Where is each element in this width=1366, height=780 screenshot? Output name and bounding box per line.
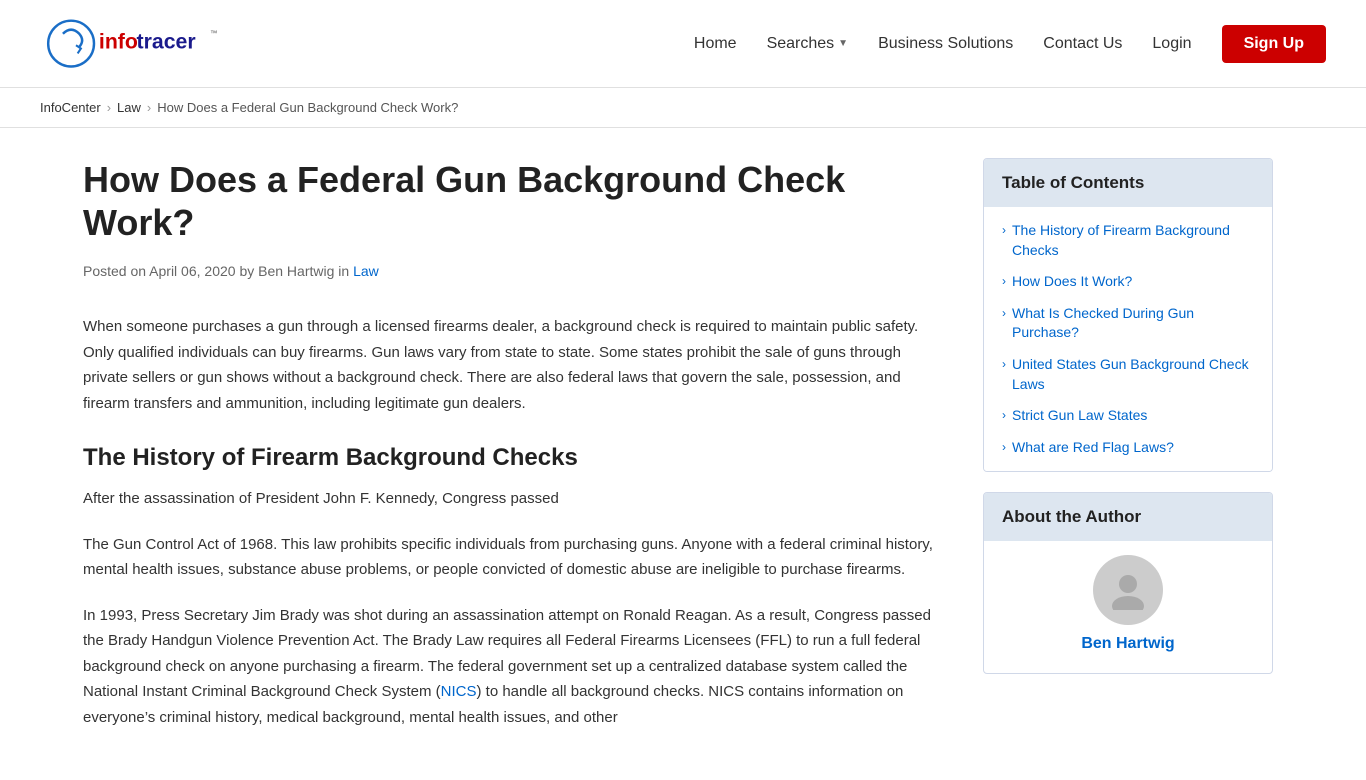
logo-svg: info tracer ™ — [40, 14, 220, 74]
breadcrumb-separator-2: › — [147, 100, 151, 115]
signup-button[interactable]: Sign Up — [1222, 25, 1326, 63]
toc-chevron-4: › — [1002, 357, 1006, 371]
toc-chevron-6: › — [1002, 440, 1006, 454]
author-body: Ben Hartwig — [984, 541, 1272, 673]
toc-header: Table of Contents — [984, 159, 1272, 207]
toc-link-2[interactable]: How Does It Work? — [1012, 272, 1132, 292]
toc-item-2: › How Does It Work? — [1002, 272, 1254, 292]
site-header: info tracer ™ Home Searches ▼ Business S… — [0, 0, 1366, 88]
avatar-icon — [1108, 570, 1148, 610]
toc-chevron-5: › — [1002, 408, 1006, 422]
toc-link-4[interactable]: United States Gun Background Check Laws — [1012, 355, 1254, 394]
author-box: About the Author Ben Hartwig — [983, 492, 1273, 674]
nav-searches[interactable]: Searches ▼ — [767, 35, 849, 53]
svg-text:™: ™ — [210, 28, 217, 37]
toc-chevron-1: › — [1002, 223, 1006, 237]
toc-chevron-3: › — [1002, 306, 1006, 320]
nics-link[interactable]: NICS — [441, 683, 477, 700]
author-header: About the Author — [984, 493, 1272, 541]
section1-p2: The Gun Control Act of 1968. This law pr… — [83, 532, 943, 583]
svg-text:info: info — [99, 29, 138, 53]
breadcrumb-current: How Does a Federal Gun Background Check … — [157, 100, 458, 115]
searches-chevron-icon: ▼ — [838, 38, 848, 49]
nav-home[interactable]: Home — [694, 35, 737, 53]
toc-item-5: › Strict Gun Law States — [1002, 406, 1254, 426]
toc-link-3[interactable]: What Is Checked During Gun Purchase? — [1012, 304, 1254, 343]
toc-item-6: › What are Red Flag Laws? — [1002, 438, 1254, 458]
login-button[interactable]: Login — [1152, 35, 1191, 53]
toc-link-6[interactable]: What are Red Flag Laws? — [1012, 438, 1174, 458]
svg-text:tracer: tracer — [137, 29, 196, 53]
article-intro: When someone purchases a gun through a l… — [83, 314, 943, 416]
toc-box: Table of Contents › The History of Firea… — [983, 158, 1273, 472]
toc-link-1[interactable]: The History of Firearm Background Checks — [1012, 221, 1254, 260]
breadcrumb: InfoCenter › Law › How Does a Federal Gu… — [0, 88, 1366, 128]
toc-body: › The History of Firearm Background Chec… — [984, 207, 1272, 471]
main-nav: Home Searches ▼ Business Solutions Conta… — [694, 25, 1326, 63]
author-name[interactable]: Ben Hartwig — [1002, 635, 1254, 653]
sidebar: Table of Contents › The History of Firea… — [983, 158, 1273, 750]
avatar — [1093, 555, 1163, 625]
toc-item-3: › What Is Checked During Gun Purchase? — [1002, 304, 1254, 343]
logo[interactable]: info tracer ™ — [40, 14, 220, 74]
toc-item-1: › The History of Firearm Background Chec… — [1002, 221, 1254, 260]
section1-p3: In 1993, Press Secretary Jim Brady was s… — [83, 603, 943, 731]
nav-contact-us[interactable]: Contact Us — [1043, 35, 1122, 53]
section1-p1: After the assassination of President Joh… — [83, 486, 943, 512]
nav-business-solutions[interactable]: Business Solutions — [878, 35, 1013, 53]
toc-chevron-2: › — [1002, 274, 1006, 288]
article-meta: Posted on April 06, 2020 by Ben Hartwig … — [83, 260, 943, 284]
meta-law-link[interactable]: Law — [353, 263, 379, 279]
article-title: How Does a Federal Gun Background Check … — [83, 158, 943, 244]
main-layout: How Does a Federal Gun Background Check … — [43, 128, 1323, 780]
breadcrumb-separator-1: › — [107, 100, 111, 115]
toc-link-5[interactable]: Strict Gun Law States — [1012, 406, 1147, 426]
section1-title: The History of Firearm Background Checks — [83, 444, 943, 472]
article: How Does a Federal Gun Background Check … — [83, 158, 943, 750]
toc-item-4: › United States Gun Background Check Law… — [1002, 355, 1254, 394]
breadcrumb-infocenter[interactable]: InfoCenter — [40, 100, 101, 115]
breadcrumb-law[interactable]: Law — [117, 100, 141, 115]
